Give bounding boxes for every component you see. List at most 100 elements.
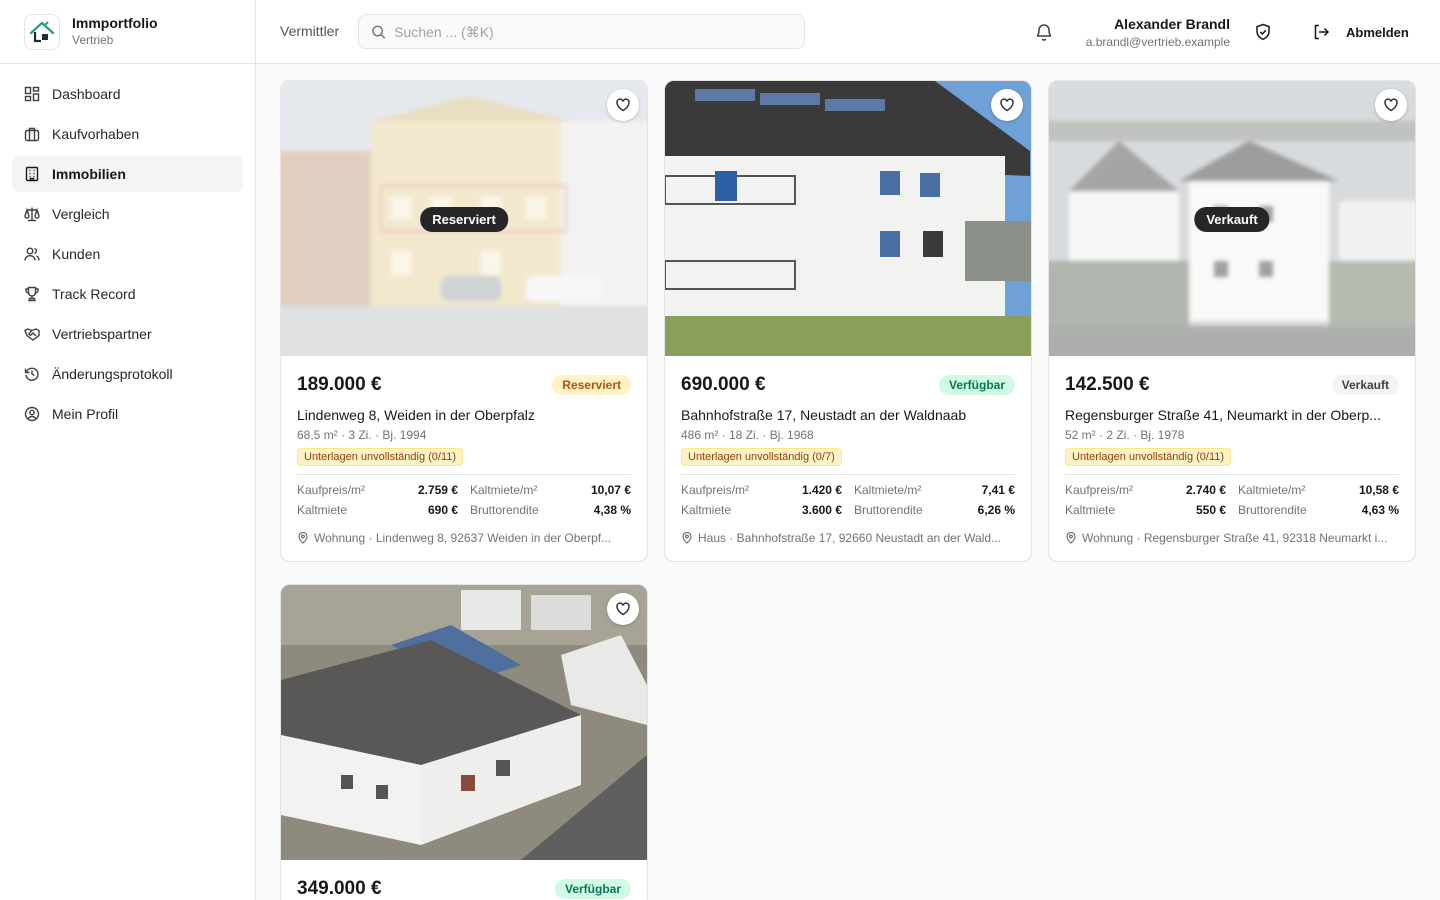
sidebar-item-track-record[interactable]: Track Record [12,276,243,312]
documents-warning-badge: Unterlagen unvollständig (0/7) [681,448,842,466]
map-pin-icon [1066,532,1076,544]
top-header: Vermittler Alexander Brandl a.brandl@ver… [256,0,1440,64]
app-logo-icon [24,13,60,50]
property-card[interactable]: 690.000 € Verfügbar Bahnhofstraße 17, Neu… [664,80,1032,562]
app-subtitle: Vertrieb [72,33,114,47]
metric-value: 2.740 € [1185,483,1226,497]
shield-check-icon[interactable] [1253,22,1273,42]
scale-icon [24,207,40,222]
property-price: 189.000 € [297,374,382,395]
sidebar-item-immobilien[interactable]: Immobilien [12,156,243,192]
property-card[interactable]: Reserviert 189.000 € Reserviert Lindenweg… [280,80,648,562]
favorite-button[interactable] [991,89,1023,121]
property-metrics: Kaufpreis/m² 1.420 € Kaltmiete/m² 7,41 € K… [681,483,1015,517]
property-price: 349.000 € [297,878,382,899]
sidebar-item-label: Mein Profil [52,406,119,422]
metric-label: Kaufpreis/m² [297,483,366,497]
location-text: Wohnung · Regensburger Straße 41, 92318 … [1082,531,1388,545]
property-address: Regensburger Straße 41, Neumarkt in der … [1065,407,1381,423]
sidebar-item-kaufvorhaben[interactable]: Kaufvorhaben [12,116,243,152]
metric-label: Kaufpreis/m² [1065,483,1134,497]
property-card[interactable]: Verkauft 142.500 € Verkauft Regensburger … [1048,80,1416,562]
heart-icon [1384,98,1398,112]
sidebar-item-label: Kaufvorhaben [52,126,140,142]
property-meta: 52 m² · 2 Zi. · Bj. 1978 [1065,428,1185,442]
heart-icon [616,98,630,112]
metric-label: Kaufpreis/m² [681,483,750,497]
sidebar-item-aenderungsprotokoll[interactable]: Änderungsprotokoll [12,356,243,392]
property-image[interactable] [665,81,1031,356]
property-metrics: Kaufpreis/m² 2.759 € Kaltmiete/m² 10,07 € … [297,483,631,517]
history-icon [24,367,39,381]
property-price: 690.000 € [681,374,766,395]
logout-button[interactable]: Abmelden [1312,18,1409,46]
metric-value: 690 € [427,503,458,517]
status-badge: Verkauft [1331,375,1399,395]
property-location: Wohnung · Lindenweg 8, 92637 Weiden in d… [297,531,631,561]
sidebar-item-mein-profil[interactable]: Mein Profil [12,396,243,432]
sidebar-item-label: Track Record [52,286,136,302]
sidebar-item-kunden[interactable]: Kunden [12,236,243,272]
divider [681,474,1015,475]
users-icon [24,247,40,261]
sidebar-nav: Dashboard Kaufvorhaben Immobilien Vergle… [0,64,255,432]
sidebar: Immportfolio Vertrieb Dashboard Kaufvorh… [0,0,256,900]
sidebar-item-label: Immobilien [52,166,126,182]
property-metrics: Kaufpreis/m² 2.740 € Kaltmiete/m² 10,58 € … [1065,483,1399,517]
favorite-button[interactable] [607,89,639,121]
property-card[interactable]: 349.000 € Verfügbar [280,584,648,900]
sidebar-item-label: Vergleich [52,206,110,222]
app-name: Immportfolio [72,15,158,31]
property-image[interactable] [281,585,647,860]
search-box[interactable] [358,14,805,49]
heart-icon [1000,98,1014,112]
logout-label: Abmelden [1346,24,1409,40]
favorite-button[interactable] [607,593,639,625]
property-image[interactable]: Verkauft [1049,81,1415,356]
user-name: Alexander Brandl [1114,16,1230,32]
property-image[interactable]: Reserviert [281,81,647,356]
documents-warning-badge: Unterlagen unvollständig (0/11) [1065,448,1232,466]
metric-label: Kaltmiete [1065,503,1116,517]
divider [297,474,631,475]
sidebar-item-vergleich[interactable]: Vergleich [12,196,243,232]
sidebar-item-label: Änderungsprotokoll [52,366,173,382]
user-menu[interactable]: Alexander Brandl a.brandl@vertrieb.examp… [1086,15,1230,50]
status-overlay-label: Reserviert [420,207,508,232]
metric-value: 2.759 € [417,483,458,497]
user-email: a.brandl@vertrieb.example [1085,35,1230,49]
property-location: Haus · Bahnhofstraße 17, 92660 Neustadt … [681,531,1015,561]
metric-value: 10,58 € [1358,483,1399,497]
metric-label: Kaltmiete/m² [854,483,922,497]
metric-label: Kaltmiete [681,503,732,517]
trophy-icon [25,286,39,302]
property-location: Wohnung · Regensburger Straße 41, 92318 … [1065,531,1399,561]
search-input[interactable] [394,23,792,40]
handshake-icon [24,328,40,341]
metric-label: Kaltmiete/m² [1238,483,1306,497]
property-photo [665,81,1031,356]
metric-value: 7,41 € [981,483,1015,497]
sidebar-item-label: Kunden [52,246,101,262]
map-pin-icon [298,532,308,544]
brand[interactable]: Immportfolio Vertrieb [0,0,255,64]
dashboard-icon [24,86,40,102]
map-pin-icon [682,532,692,544]
location-text: Wohnung · Lindenweg 8, 92637 Weiden in d… [314,531,612,545]
user-circle-icon [24,406,40,422]
sidebar-item-label: Vertriebspartner [52,326,152,342]
property-photo [281,585,647,860]
metric-value: 1.420 € [801,483,842,497]
sidebar-item-vertriebspartner[interactable]: Vertriebspartner [12,316,243,352]
logout-icon [1314,24,1330,40]
sidebar-item-dashboard[interactable]: Dashboard [12,76,243,112]
favorite-button[interactable] [1375,89,1407,121]
metric-value: 3.600 € [801,503,842,517]
metric-value: 4,38 % [593,503,631,517]
building-icon [25,166,39,182]
property-address: Bahnhofstraße 17, Neustadt an der Waldna… [681,407,967,423]
search-icon [372,25,386,39]
notifications-bell-icon[interactable] [1032,20,1056,44]
metric-value: 550 € [1195,503,1226,517]
sidebar-item-label: Dashboard [52,86,121,102]
